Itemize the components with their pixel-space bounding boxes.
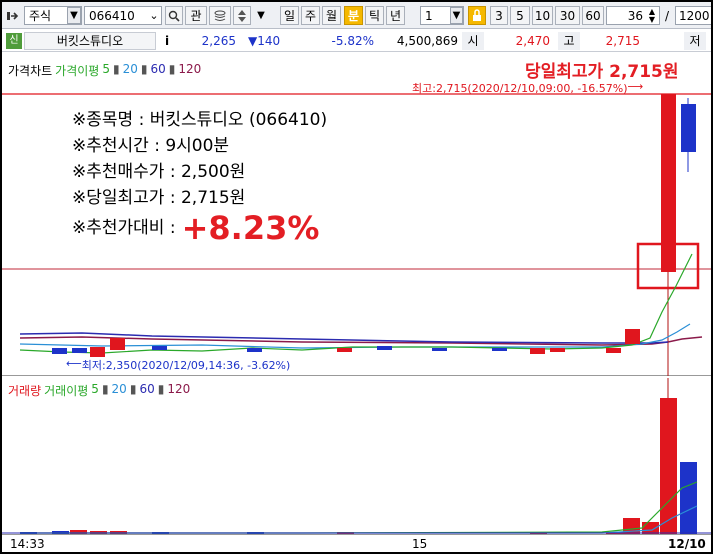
stock-info-row: 신 버킷스튜디오 i 2,265 ▼140 -5.82% 4,500,869 시… bbox=[2, 30, 711, 52]
candle-10 bbox=[530, 348, 545, 354]
volume-chart-pane[interactable]: 거래량 거래이평 5 ▮ 20 ▮ 60 ▮ 120 bbox=[2, 378, 711, 534]
dock-icon[interactable] bbox=[6, 6, 22, 25]
candle-5 bbox=[247, 348, 262, 352]
time-label-date: 12/10 bbox=[668, 537, 706, 551]
total-input[interactable]: 1200 bbox=[675, 6, 711, 25]
high-value: 2,715 bbox=[605, 34, 640, 48]
interval-value: 1 bbox=[425, 8, 433, 23]
time-label-start: 14:33 bbox=[10, 537, 45, 551]
overlay-stock-name: ※종목명 : 버킷스튜디오 (066410) bbox=[72, 110, 328, 130]
arrow-right-icon: ⟶ bbox=[627, 80, 644, 93]
chevron-down-icon[interactable]: ⌄ bbox=[147, 9, 161, 22]
headline-text: 당일최고가 2,715원 bbox=[525, 62, 679, 82]
candle-7 bbox=[377, 346, 392, 350]
candle-12 bbox=[606, 348, 621, 353]
count-value: 36 bbox=[627, 8, 643, 23]
candle-2 bbox=[90, 347, 105, 357]
stack-icon[interactable] bbox=[209, 6, 231, 25]
chevron-down-icon[interactable]: ▼ bbox=[450, 7, 463, 24]
chevron-down-icon[interactable]: ▼ bbox=[254, 6, 268, 25]
candle-0 bbox=[52, 348, 67, 354]
high-label: 고 bbox=[558, 32, 580, 50]
time-axis: 14:33 15 12/10 bbox=[2, 534, 711, 552]
period-button-1[interactable]: 주 bbox=[301, 6, 320, 25]
overlay-ratio-label: ※추천가대비 : bbox=[72, 218, 176, 238]
current-price: 2,265 bbox=[201, 34, 236, 48]
updown-icon[interactable] bbox=[233, 6, 251, 25]
candle-13 bbox=[625, 329, 640, 344]
candle-4 bbox=[152, 346, 167, 350]
overlay-rec-time: ※추천시간 : 9시00분 bbox=[72, 136, 230, 156]
period-button-2[interactable]: 월 bbox=[322, 6, 341, 25]
vol-ma5-line bbox=[20, 481, 698, 534]
overlay-ratio-value: +8.23% bbox=[181, 209, 320, 247]
period-button-3[interactable]: 분 bbox=[344, 6, 363, 25]
toolbar: 주식 ▼ 066410 ⌄ 관 ▼ 1 ▼ 36 ▲ ▼ / 1200 일 주 … bbox=[2, 2, 711, 29]
candle-9 bbox=[492, 348, 507, 351]
high-note: 최고:2,715(2020/12/10,09:00, -16.57%) ⟶ bbox=[412, 80, 643, 96]
market-badge: 신 bbox=[6, 33, 22, 49]
candle-6 bbox=[337, 348, 352, 352]
interval-button-3[interactable]: 3 bbox=[490, 6, 508, 25]
lock-button[interactable] bbox=[468, 6, 486, 25]
info-button[interactable]: i bbox=[160, 32, 174, 50]
stock-name[interactable]: 버킷스튜디오 bbox=[24, 32, 156, 50]
high-note-text: 최고:2,715(2020/12/10,09:00, -16.57%) bbox=[412, 82, 628, 95]
volume-chart-svg bbox=[2, 378, 711, 534]
volume-bar-12 bbox=[660, 398, 677, 534]
period-button-0[interactable]: 일 bbox=[280, 6, 299, 25]
candle-11 bbox=[550, 348, 565, 352]
chevron-down-icon[interactable]: ▼ bbox=[67, 7, 81, 24]
interval-button-5[interactable]: 5 bbox=[510, 6, 530, 25]
low-note-text: 최저:2,350(2020/12/09,14:36, -3.62%) bbox=[81, 359, 291, 372]
volume-value: 4,500,869 bbox=[396, 34, 458, 48]
search-icon[interactable] bbox=[165, 6, 183, 25]
period-button-5[interactable]: 년 bbox=[386, 6, 405, 25]
overlay-day-high: ※당일최고가 : 2,715원 bbox=[72, 188, 246, 208]
overlay-rec-price: ※추천매수가 : 2,500원 bbox=[72, 162, 246, 182]
candle-1 bbox=[72, 348, 87, 353]
separator: / bbox=[664, 8, 670, 23]
change-percent: -5.82% bbox=[331, 34, 374, 48]
interval-button-30[interactable]: 30 bbox=[555, 6, 580, 25]
interest-button[interactable]: 관 bbox=[185, 6, 207, 25]
candle-3 bbox=[110, 338, 125, 350]
vol-ma20-line bbox=[20, 505, 698, 534]
candle-big-up bbox=[661, 94, 676, 272]
volume-bar-13 bbox=[680, 462, 697, 534]
candle-last-down bbox=[681, 104, 696, 152]
market-select-value: 주식 bbox=[29, 9, 52, 23]
period-button-4[interactable]: 틱 bbox=[365, 6, 384, 25]
interval-select[interactable]: 1 ▼ bbox=[420, 6, 464, 25]
code-input[interactable]: 066410 ⌄ bbox=[84, 6, 162, 25]
interval-button-60[interactable]: 60 bbox=[582, 6, 604, 25]
overlay-ratio: ※추천가대비 : +8.23% bbox=[72, 209, 327, 247]
time-label-mid: 15 bbox=[412, 537, 428, 551]
code-value: 066410 bbox=[89, 8, 135, 23]
total-value: 1200 bbox=[679, 8, 710, 23]
interval-button-10[interactable]: 10 bbox=[532, 6, 553, 25]
market-select[interactable]: 주식 ▼ bbox=[24, 6, 82, 25]
stepper-icon[interactable]: ▲ ▼ bbox=[646, 6, 658, 25]
open-label: 시 bbox=[462, 32, 484, 50]
chart-window: 주식 ▼ 066410 ⌄ 관 ▼ 1 ▼ 36 ▲ ▼ / 1200 일 주 … bbox=[0, 0, 713, 554]
low-note: ⟵ 최저:2,350(2020/12/09,14:36, -3.62%) bbox=[66, 357, 290, 373]
low-label: 저 bbox=[684, 32, 706, 50]
recommendation-overlay: ※종목명 : 버킷스튜디오 (066410) ※추천시간 : 9시00분 ※추천… bbox=[72, 107, 328, 247]
candle-8 bbox=[432, 348, 447, 351]
open-value: 2,470 bbox=[515, 34, 550, 48]
price-change: ▼140 bbox=[248, 34, 281, 48]
arrow-left-icon: ⟵ bbox=[66, 357, 82, 370]
